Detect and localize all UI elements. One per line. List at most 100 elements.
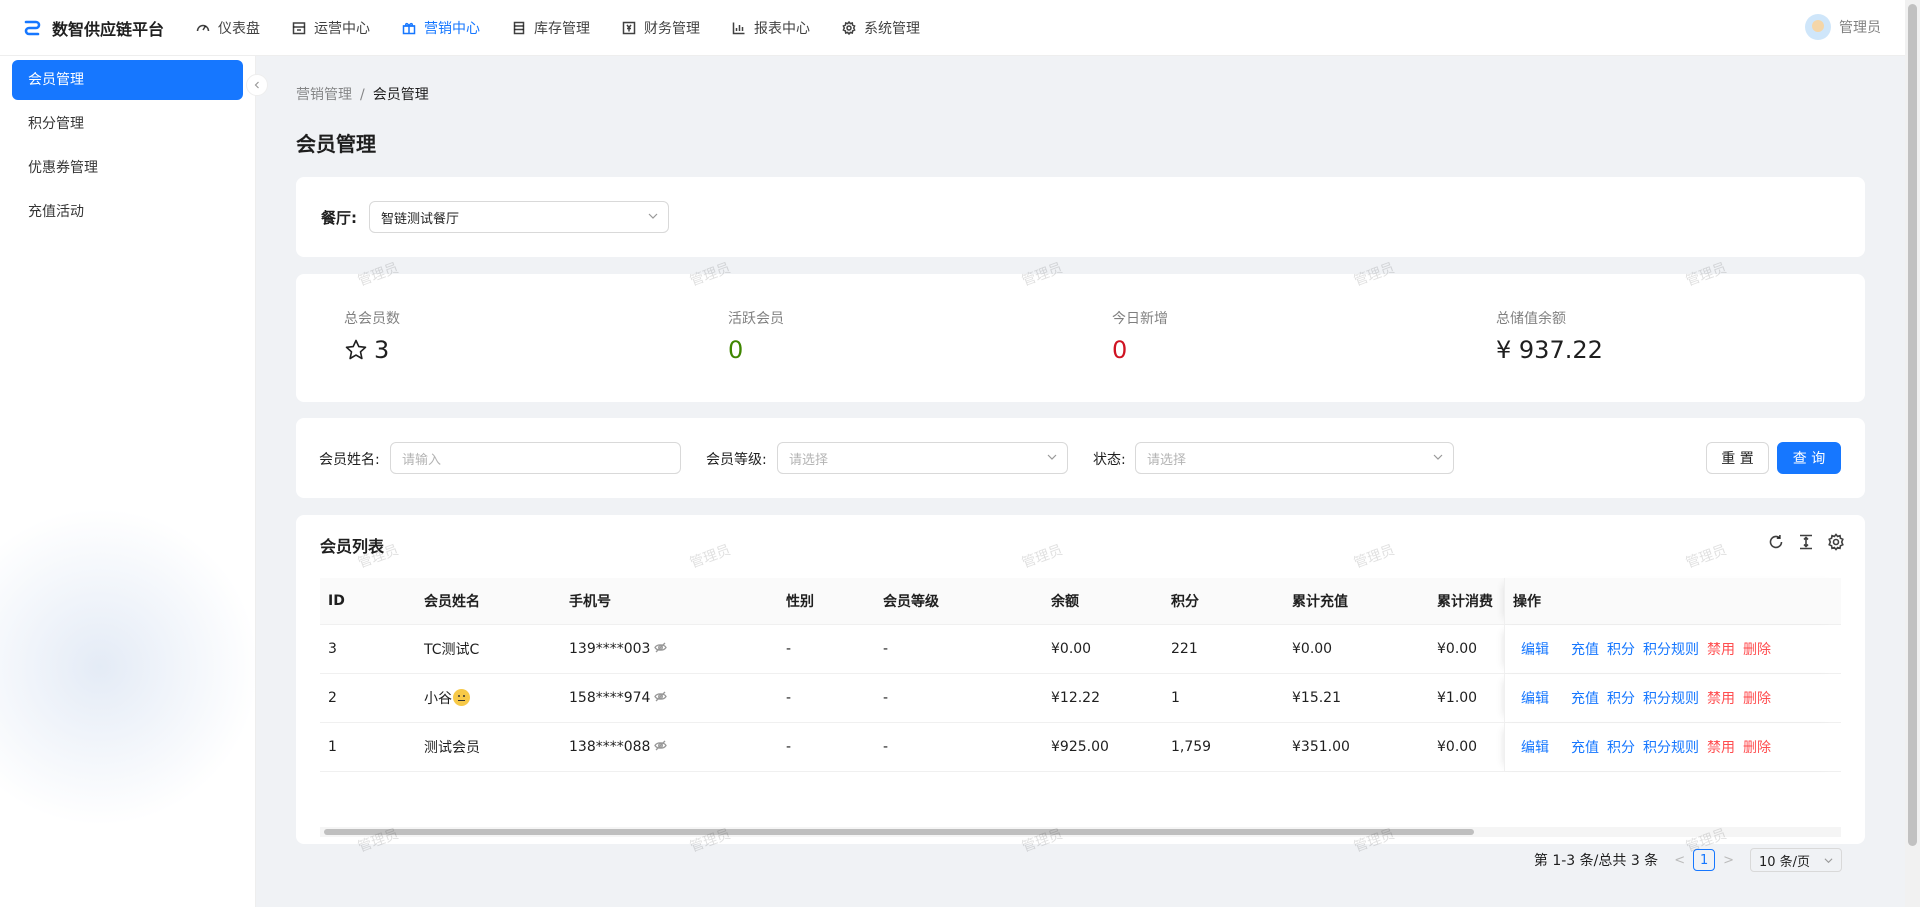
filter-card: 会员姓名: 请输入 会员等级: 请选择 状态: 请选择 重 置 查 询 — [296, 418, 1865, 498]
column-header: 余额 — [1051, 594, 1079, 610]
collapse-sidebar-button[interactable] — [246, 74, 268, 96]
star-icon — [345, 339, 367, 360]
settings-icon[interactable] — [1827, 533, 1845, 551]
stats-card: 总会员数 3 活跃会员 0 今日新增 0 总储值余额 ¥ 937.22 — [296, 274, 1865, 402]
refresh-icon[interactable] — [1767, 533, 1785, 551]
cell-actions: 编辑 充值 积分 积分规则 禁用 删除 — [1504, 625, 1841, 673]
sidebar: 会员管理 积分管理 优惠券管理 充值活动 — [0, 56, 256, 907]
breadcrumb-separator: / — [360, 87, 365, 103]
sidebar-item-recharge[interactable]: 充值活动 — [12, 192, 243, 232]
breadcrumb-current: 会员管理 — [372, 87, 429, 103]
reset-button[interactable]: 重 置 — [1706, 442, 1769, 474]
page-size-select[interactable]: 10 条/页 — [1750, 848, 1842, 872]
query-button[interactable]: 查 询 — [1777, 442, 1841, 474]
delete-link[interactable]: 删除 — [1743, 688, 1771, 708]
stat-number: 0 — [1112, 336, 1128, 364]
cell-balance: ¥0.00 — [1051, 641, 1092, 657]
table-horizontal-scrollbar[interactable] — [320, 827, 1841, 837]
status-placeholder: 请选择 — [1147, 452, 1187, 468]
app-title: 数智供应链平台 — [52, 19, 165, 39]
cell-consume: ¥1.00 — [1437, 690, 1478, 706]
recharge-link[interactable]: 充值 — [1571, 639, 1599, 659]
edit-link[interactable]: 编辑 — [1521, 639, 1549, 659]
nav-item-dashboard[interactable]: 仪表盘 — [180, 0, 276, 56]
stat-label: 总储值余额 — [1496, 311, 1566, 327]
page-vertical-scrollbar[interactable] — [1905, 0, 1920, 907]
main-content: 营销管理 / 会员管理 会员管理 餐厅: 智链测试餐厅 总会员数 3 活跃会员 0 … — [257, 56, 1905, 907]
member-level-select[interactable]: 请选择 — [777, 442, 1068, 474]
member-level-placeholder: 请选择 — [789, 452, 829, 468]
recharge-link[interactable]: 充值 — [1571, 737, 1599, 757]
avatar — [1805, 14, 1831, 40]
disable-link[interactable]: 禁用 — [1707, 688, 1735, 708]
pagination: 第 1-3 条/总共 3 条 < 1 > 10 条/页 — [1534, 848, 1842, 872]
scrollbar-thumb[interactable] — [1908, 4, 1917, 846]
gift-icon — [402, 22, 416, 34]
breadcrumb-parent[interactable]: 营销管理 — [296, 87, 352, 103]
cell-recharge: ¥15.21 — [1292, 690, 1341, 706]
cell-points: 1,759 — [1171, 739, 1212, 755]
stat-total-members: 总会员数 3 — [344, 308, 400, 364]
member-name-label: 会员姓名: — [319, 452, 380, 468]
prev-page-icon[interactable]: < — [1674, 853, 1685, 868]
cell-id: 1 — [328, 739, 337, 755]
delete-link[interactable]: 删除 — [1743, 737, 1771, 757]
delete-link[interactable]: 删除 — [1743, 639, 1771, 659]
nav-item-finance[interactable]: 财务管理 — [606, 0, 716, 56]
cell-phone: 158****974 — [561, 690, 778, 706]
points-link[interactable]: 积分 — [1607, 737, 1635, 757]
points-link[interactable]: 积分 — [1607, 639, 1635, 659]
next-page-icon[interactable]: > — [1723, 853, 1734, 868]
dashboard-icon — [196, 24, 210, 31]
cell-level: - — [883, 739, 889, 755]
points-link[interactable]: 积分 — [1607, 688, 1635, 708]
column-header: 累计消费 — [1437, 594, 1493, 610]
sidebar-item-points[interactable]: 积分管理 — [12, 104, 243, 144]
points-rule-link[interactable]: 积分规则 — [1643, 737, 1699, 757]
cell-name: TC测试C — [424, 642, 480, 658]
cell-sex: - — [786, 641, 792, 657]
nav-item-reports[interactable]: 报表中心 — [716, 0, 826, 56]
nav-label: 仪表盘 — [218, 20, 260, 37]
eye-invisible-icon[interactable] — [654, 739, 668, 752]
disable-link[interactable]: 禁用 — [1707, 639, 1735, 659]
nav-item-inventory[interactable]: 库存管理 — [496, 0, 606, 56]
sidebar-item-members[interactable]: 会员管理 — [12, 60, 243, 100]
cell-sex: - — [786, 739, 792, 755]
phone-text: 158****974 — [569, 690, 651, 706]
nav-item-operations[interactable]: 运营中心 — [276, 0, 386, 56]
points-rule-link[interactable]: 积分规则 — [1643, 688, 1699, 708]
edit-link[interactable]: 编辑 — [1521, 688, 1549, 708]
recharge-link[interactable]: 充值 — [1571, 688, 1599, 708]
sidebar-item-coupons[interactable]: 优惠券管理 — [12, 148, 243, 188]
member-name-input[interactable]: 请输入 — [390, 442, 681, 474]
eye-invisible-icon[interactable] — [654, 690, 668, 703]
nav-item-marketing[interactable]: 营销中心 — [386, 0, 496, 56]
stat-label: 今日新增 — [1112, 311, 1168, 327]
logo[interactable]: 数智供应链平台 — [0, 16, 180, 40]
edit-link[interactable]: 编辑 — [1521, 737, 1549, 757]
nav-label: 营销中心 — [424, 20, 480, 37]
finance-icon — [622, 21, 636, 34]
scrollbar-thumb[interactable] — [324, 829, 1474, 835]
cell-sex: - — [786, 690, 792, 706]
disable-link[interactable]: 禁用 — [1707, 737, 1735, 757]
status-select[interactable]: 请选择 — [1135, 442, 1454, 474]
user-menu[interactable]: 管理员 — [1805, 14, 1881, 40]
restaurant-card: 餐厅: 智链测试餐厅 — [296, 177, 1865, 257]
database-icon — [513, 21, 525, 34]
chevron-down-icon — [1433, 454, 1443, 460]
nav-item-system[interactable]: 系统管理 — [826, 0, 936, 56]
nav-label: 财务管理 — [644, 20, 700, 37]
page-1-button[interactable]: 1 — [1693, 849, 1716, 871]
column-header: 操作 — [1504, 578, 1841, 624]
column-height-icon[interactable] — [1797, 533, 1815, 551]
nav-label: 库存管理 — [534, 20, 590, 37]
eye-invisible-icon[interactable] — [654, 641, 668, 654]
restaurant-select[interactable]: 智链测试餐厅 — [369, 201, 669, 233]
nav-label: 系统管理 — [864, 20, 920, 37]
sidebar-decoration — [0, 507, 255, 827]
points-rule-link[interactable]: 积分规则 — [1643, 639, 1699, 659]
cell-consume: ¥0.00 — [1437, 739, 1478, 755]
column-header: 手机号 — [569, 594, 611, 610]
